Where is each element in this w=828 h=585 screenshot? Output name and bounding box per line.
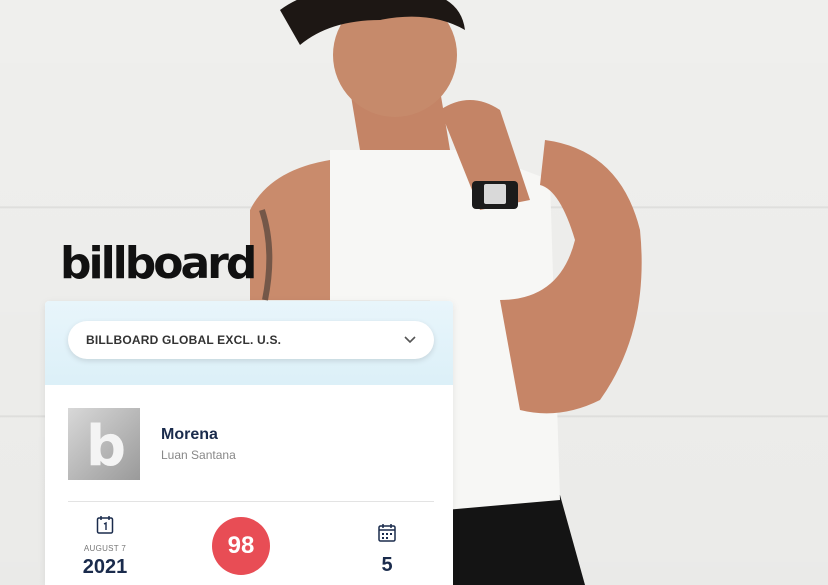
- divider: [68, 501, 434, 502]
- peak-rank-badge: 98: [212, 517, 270, 575]
- weeks-on-chart-stat: 5: [367, 523, 407, 577]
- card-header: BILLBOARD GLOBAL EXCL. U.S.: [45, 301, 453, 385]
- song-title: Morena: [161, 426, 218, 443]
- calendar-grid-icon: [378, 524, 396, 542]
- calendar-day-icon: [96, 516, 114, 534]
- chart-selector-dropdown[interactable]: BILLBOARD GLOBAL EXCL. U.S.: [68, 321, 434, 359]
- chevron-down-icon: [404, 336, 416, 344]
- billboard-logo: billboard: [60, 238, 257, 289]
- song-row[interactable]: b Morena Luan Santana: [68, 408, 438, 482]
- debut-date-stat: AUGUST 7 2021: [73, 515, 137, 579]
- billboard-b-logo-icon: b: [86, 414, 127, 479]
- chart-selector-label: BILLBOARD GLOBAL EXCL. U.S.: [86, 333, 282, 347]
- album-cover: b: [68, 408, 140, 480]
- weeks-on-chart: 5: [381, 554, 393, 576]
- chart-card: BILLBOARD GLOBAL EXCL. U.S. b Morena Lua…: [45, 301, 453, 585]
- debut-year: 2021: [82, 556, 128, 578]
- debut-date: AUGUST 7: [83, 544, 127, 553]
- song-artist: Luan Santana: [161, 448, 236, 462]
